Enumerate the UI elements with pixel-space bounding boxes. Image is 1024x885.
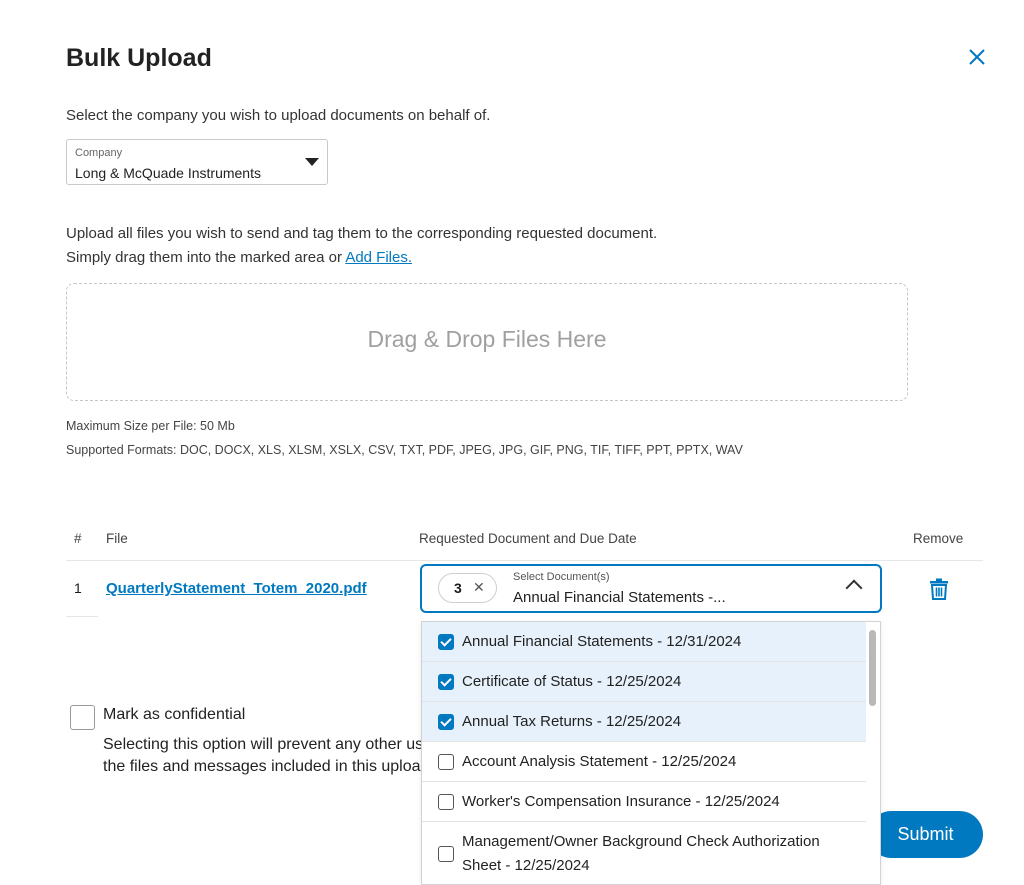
column-header-file: File <box>106 531 128 546</box>
confidential-description-line: Selecting this option will prevent any o… <box>103 736 421 753</box>
submit-button[interactable]: Submit <box>868 811 983 858</box>
option-label: Certificate of Status - 12/25/2024 <box>462 673 682 690</box>
confidential-label: Mark as confidential <box>103 706 246 723</box>
row-divider <box>66 616 98 617</box>
confidential-checkbox[interactable] <box>70 705 95 730</box>
option-label: Worker's Compensation Insurance - 12/25/… <box>462 793 780 810</box>
dropdown-option[interactable]: Annual Tax Returns - 12/25/2024 <box>422 702 866 742</box>
table-header-divider <box>66 560 983 561</box>
confidential-description-line: the files and messages included in this … <box>103 758 421 775</box>
column-header-requested: Requested Document and Due Date <box>419 531 637 546</box>
close-icon[interactable] <box>966 46 988 68</box>
select-label: Select Document(s) <box>513 571 610 583</box>
dropdown-scrollbar[interactable] <box>869 630 876 706</box>
company-select-value: Long & McQuade Instruments <box>75 165 261 181</box>
row-number: 1 <box>74 580 82 596</box>
file-link[interactable]: QuarterlyStatement_Totem_2020.pdf <box>106 580 367 597</box>
upload-instructions-prefix: Simply drag them into the marked area or <box>66 249 346 266</box>
company-select[interactable]: Company Long & McQuade Instruments <box>66 139 328 185</box>
option-checkbox[interactable] <box>438 846 454 862</box>
dropdown-option[interactable]: Certificate of Status - 12/25/2024 <box>422 662 866 702</box>
option-label: Annual Financial Statements - 12/31/2024 <box>462 633 742 650</box>
column-header-num: # <box>74 531 82 546</box>
option-label: Account Analysis Statement - 12/25/2024 <box>462 753 737 770</box>
dropdown-option[interactable]: Annual Financial Statements - 12/31/2024 <box>422 622 866 662</box>
trash-icon[interactable] <box>929 578 949 600</box>
drop-zone[interactable]: Drag & Drop Files Here <box>66 283 908 401</box>
caret-down-icon <box>305 158 319 166</box>
column-header-remove: Remove <box>913 531 964 546</box>
dropdown-option[interactable]: Management/Owner Background Check Author… <box>422 822 866 884</box>
company-select-label: Company <box>75 147 123 159</box>
option-checkbox[interactable] <box>438 794 454 810</box>
requested-document-select[interactable]: 3 ✕ Select Document(s) Annual Financial … <box>420 564 882 613</box>
option-label: Management/Owner Background Check Author… <box>462 833 820 874</box>
upload-instructions: Upload all files you wish to send and ta… <box>66 225 658 242</box>
max-size-note: Maximum Size per File: 50 Mb <box>66 419 235 433</box>
confidential-description: Selecting this option will prevent any o… <box>103 734 421 778</box>
close-icon[interactable]: ✕ <box>473 579 485 596</box>
selected-count-chip: 3 ✕ <box>438 573 497 603</box>
add-files-link[interactable]: Add Files. <box>345 249 412 266</box>
chevron-up-icon[interactable] <box>845 579 863 597</box>
document-options-dropdown: Annual Financial Statements - 12/31/2024… <box>421 621 881 885</box>
dropdown-option[interactable]: Account Analysis Statement - 12/25/2024 <box>422 742 866 782</box>
company-instructions: Select the company you wish to upload do… <box>66 107 491 124</box>
upload-instructions-2: Simply drag them into the marked area or… <box>66 249 412 266</box>
option-checkbox[interactable] <box>438 714 454 730</box>
option-checkbox[interactable] <box>438 634 454 650</box>
dialog-title: Bulk Upload <box>66 44 212 72</box>
selected-count: 3 <box>454 580 462 596</box>
dropdown-option[interactable]: Worker's Compensation Insurance - 12/25/… <box>422 782 866 822</box>
option-checkbox[interactable] <box>438 754 454 770</box>
supported-formats-note: Supported Formats: DOC, DOCX, XLS, XLSM,… <box>66 443 743 457</box>
drop-zone-text: Drag & Drop Files Here <box>367 326 607 352</box>
select-value: Annual Financial Statements -... <box>513 589 726 606</box>
option-checkbox[interactable] <box>438 674 454 690</box>
option-label: Annual Tax Returns - 12/25/2024 <box>462 713 682 730</box>
